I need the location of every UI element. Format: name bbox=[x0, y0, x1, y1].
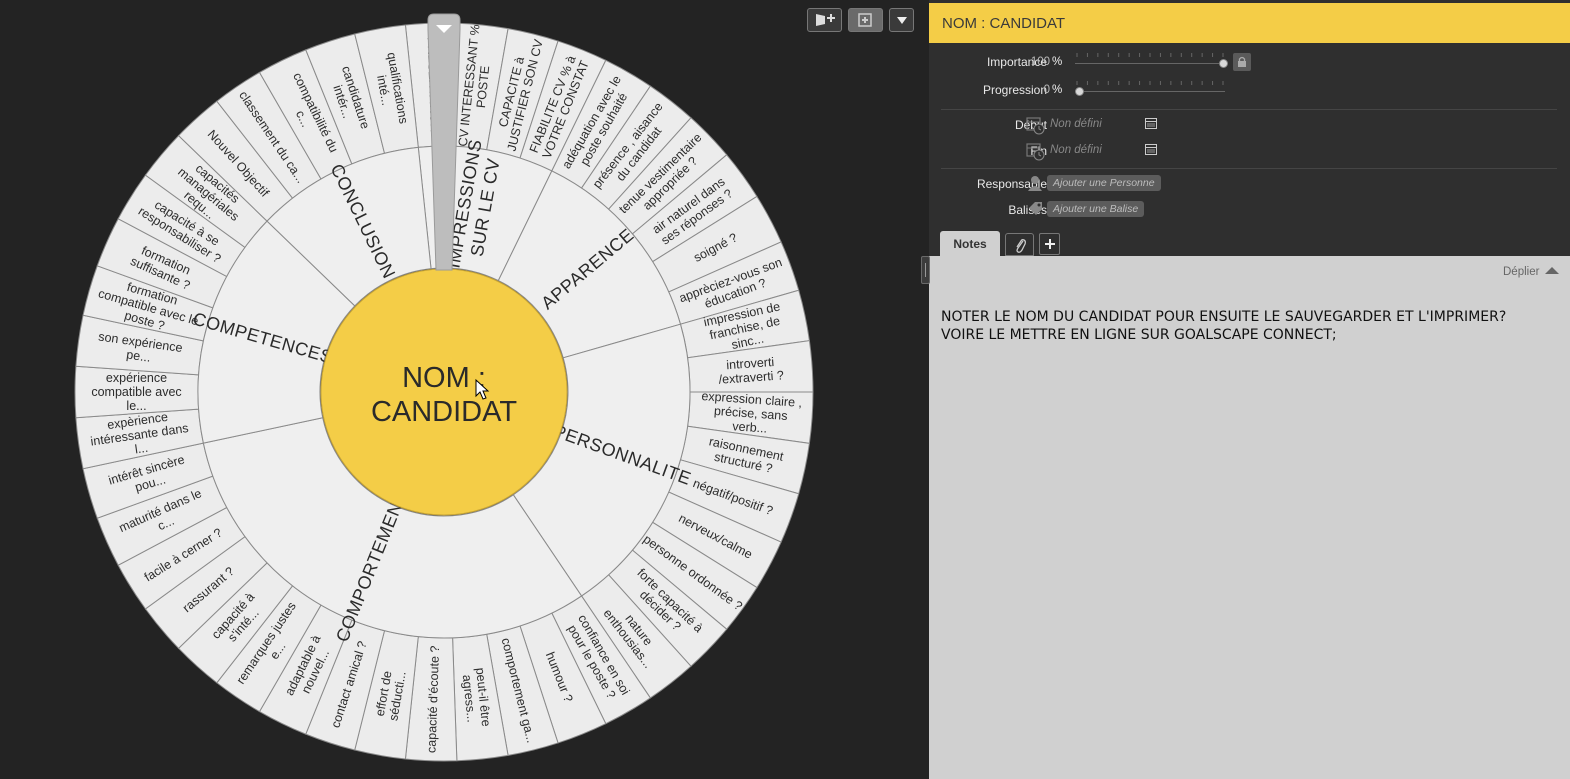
center-goal-label-2: CANDIDAT bbox=[371, 396, 517, 428]
divider bbox=[941, 168, 1557, 169]
add-goal-button[interactable] bbox=[807, 8, 842, 32]
notes-text[interactable]: NOTER LE NOM DU CANDIDAT POUR ENSUITE LE… bbox=[941, 308, 1551, 344]
add-goal-icon bbox=[815, 14, 835, 26]
properties-panel: NOM : CANDIDAT Importance 100 % Progress… bbox=[929, 0, 1570, 779]
date-picker-icon[interactable] bbox=[1145, 118, 1157, 129]
add-subgoal-icon bbox=[857, 13, 872, 27]
importance-slider[interactable] bbox=[1075, 50, 1228, 72]
importance-value: 100 bbox=[1030, 56, 1050, 68]
panel-title: NOM : CANDIDAT bbox=[929, 3, 1570, 43]
importance-knob[interactable] bbox=[1219, 59, 1228, 68]
expand-arrow-icon[interactable] bbox=[1544, 265, 1560, 275]
notes-area[interactable]: Déplier NOTER LE NOM DU CANDIDAT POUR EN… bbox=[929, 256, 1570, 779]
progression-knob[interactable] bbox=[1075, 87, 1084, 96]
tab-attachments[interactable] bbox=[1005, 233, 1034, 256]
add-tab-button[interactable] bbox=[1039, 233, 1060, 255]
paperclip-icon bbox=[1015, 238, 1026, 253]
progression-slider[interactable] bbox=[1075, 78, 1227, 100]
tab-notes[interactable]: Notes bbox=[940, 231, 1000, 256]
calendar-clock-icon bbox=[1026, 143, 1045, 161]
expand-label[interactable]: Déplier bbox=[1503, 266, 1539, 278]
tag-icon bbox=[1029, 202, 1042, 215]
progression-unit: % bbox=[1052, 84, 1063, 96]
progression-value: 0 bbox=[1043, 84, 1050, 96]
progression-ticks bbox=[1076, 81, 1224, 85]
add-subgoal-button[interactable] bbox=[848, 8, 883, 32]
goal-wheel-area: PRESENTATIONCV INTERESSANT %POSTECAPACIT… bbox=[0, 0, 929, 779]
divider bbox=[941, 109, 1557, 110]
view-menu-button[interactable] bbox=[889, 8, 914, 32]
dropdown-icon bbox=[896, 17, 907, 24]
importance-unit: % bbox=[1052, 56, 1063, 68]
date-picker-icon[interactable] bbox=[1145, 144, 1157, 155]
panel-resize-handle[interactable] bbox=[921, 256, 930, 284]
person-icon bbox=[1028, 176, 1042, 191]
calendar-clock-icon bbox=[1026, 117, 1045, 135]
importance-ticks bbox=[1076, 53, 1224, 57]
add-tag-button[interactable]: Ajouter une Balise bbox=[1047, 201, 1145, 217]
debut-value[interactable]: Non défini bbox=[1050, 118, 1102, 130]
add-person-button[interactable]: Ajouter une Personne bbox=[1047, 175, 1161, 191]
goal-wheel[interactable]: PRESENTATIONCV INTERESSANT %POSTECAPACIT… bbox=[0, 0, 929, 779]
lock-icon[interactable] bbox=[1233, 53, 1251, 71]
center-goal-label-1: NOM : bbox=[402, 362, 486, 394]
fin-value[interactable]: Non défini bbox=[1050, 144, 1102, 156]
plus-icon bbox=[1044, 239, 1055, 249]
